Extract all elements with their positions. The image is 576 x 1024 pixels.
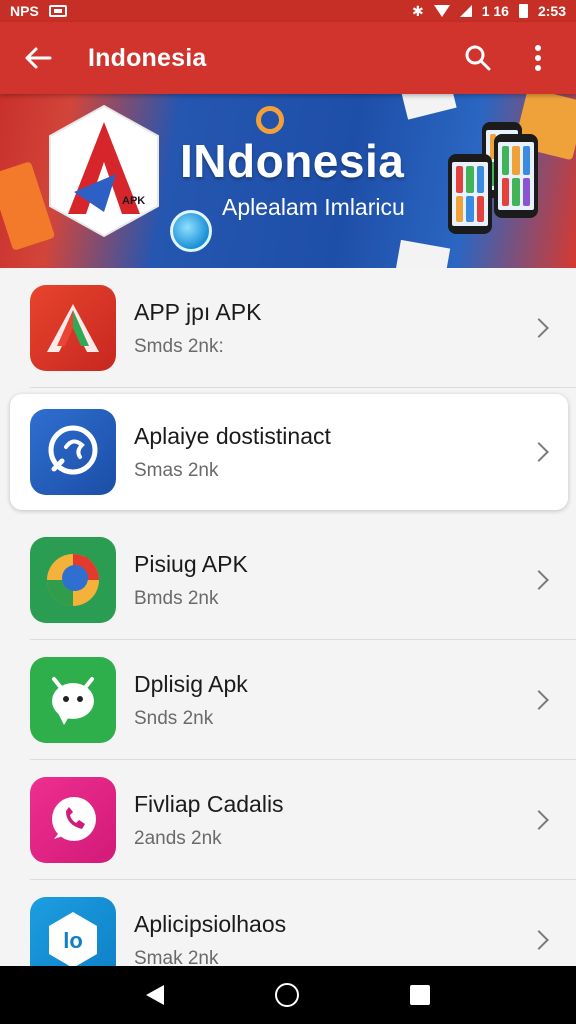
more-vert-icon [535, 45, 541, 71]
chevron-right-icon [529, 810, 549, 830]
promo-banner[interactable]: APK INdonesia Aplealam Imlaricu [0, 94, 576, 268]
arrow-back-icon [25, 47, 52, 69]
app-icon [30, 537, 116, 623]
list-item[interactable]: Aplaiye dostistinact Smas 2nk [10, 394, 568, 510]
nav-home-icon[interactable] [274, 983, 299, 1007]
decorative-card-top [401, 94, 457, 120]
app-icon [30, 409, 116, 495]
search-button[interactable] [458, 38, 498, 78]
app-title: Dplisig Apk [134, 670, 248, 697]
app-title: Aplicipsiolhaos [134, 910, 287, 937]
wifi-icon [433, 5, 450, 17]
banner-subtitle: Aplealam Imlaricu [222, 194, 405, 220]
nav-recents-icon[interactable] [410, 985, 431, 1005]
app-subtitle: Smas 2nk [134, 459, 219, 481]
banner-title: INdonesia [180, 134, 404, 188]
status-time: 2:53 [537, 3, 566, 19]
app-subtitle: 2ands 2nk [134, 827, 222, 849]
red-a-icon [47, 304, 99, 352]
banner-title-main: INdonesia [180, 135, 405, 187]
decorative-bubble [170, 210, 212, 252]
decorative-card-bottom [395, 239, 451, 268]
back-button[interactable] [18, 38, 58, 78]
list-item[interactable]: Pisiug APK Bmds 2nk [0, 520, 576, 640]
app-title: Aplaiye dostistinact [134, 422, 331, 449]
chevron-right-icon [529, 570, 549, 590]
apk-logo-icon: APK [49, 104, 159, 238]
phone-illustration [494, 134, 538, 218]
chevron-right-icon [529, 930, 549, 950]
app-icon [30, 777, 116, 863]
green-compass-icon [47, 554, 99, 606]
app-title: APP jpı APK [134, 298, 262, 325]
status-left-text: NPS [10, 3, 39, 19]
app-list: APP jpı APK Smds 2nk: Aplaiye dostistina… [0, 268, 576, 1000]
overflow-menu-button[interactable] [518, 38, 558, 78]
list-item[interactable]: Fivliap Cadalis 2ands 2nk [0, 760, 576, 880]
pink-phone-icon [52, 797, 96, 841]
app-icon [30, 285, 116, 371]
battery-icon [518, 4, 528, 18]
svg-text:lo: lo [63, 928, 83, 953]
list-item[interactable]: APP jpı APK Smds 2nk: [0, 268, 576, 388]
notification-icon [48, 5, 67, 17]
chevron-right-icon [529, 442, 549, 462]
app-subtitle: Snds 2nk [134, 707, 214, 729]
app-title: Pisiug APK [134, 550, 248, 577]
logo-badge-text: APK [122, 195, 145, 207]
list-item[interactable]: Dplisig Apk Snds 2nk [0, 640, 576, 760]
green-bot-icon [52, 677, 94, 725]
search-icon [465, 45, 491, 71]
system-nav-bar [0, 966, 576, 1024]
blue-chat-icon [48, 425, 98, 475]
decorative-ring [256, 106, 284, 134]
app-icon [30, 657, 116, 743]
chevron-right-icon [529, 690, 549, 710]
app-bar: Indonesia [0, 22, 576, 94]
page-title: Indonesia [88, 43, 207, 72]
signal-icon [459, 5, 472, 17]
status-indicator-text: 1 16 [481, 3, 509, 19]
phone-illustration [448, 154, 492, 234]
status-bar: NPS ✱ 1 16 2:53 [0, 0, 576, 22]
chevron-right-icon [529, 318, 549, 338]
app-subtitle: Bmds 2nk [134, 587, 219, 609]
app-title: Fivliap Cadalis [134, 790, 284, 817]
bluetooth-icon: ✱ [411, 2, 424, 19]
nav-back-icon[interactable] [145, 985, 164, 1005]
app-subtitle: Smds 2nk: [134, 335, 224, 357]
blue-lo-icon: lo [49, 912, 97, 968]
